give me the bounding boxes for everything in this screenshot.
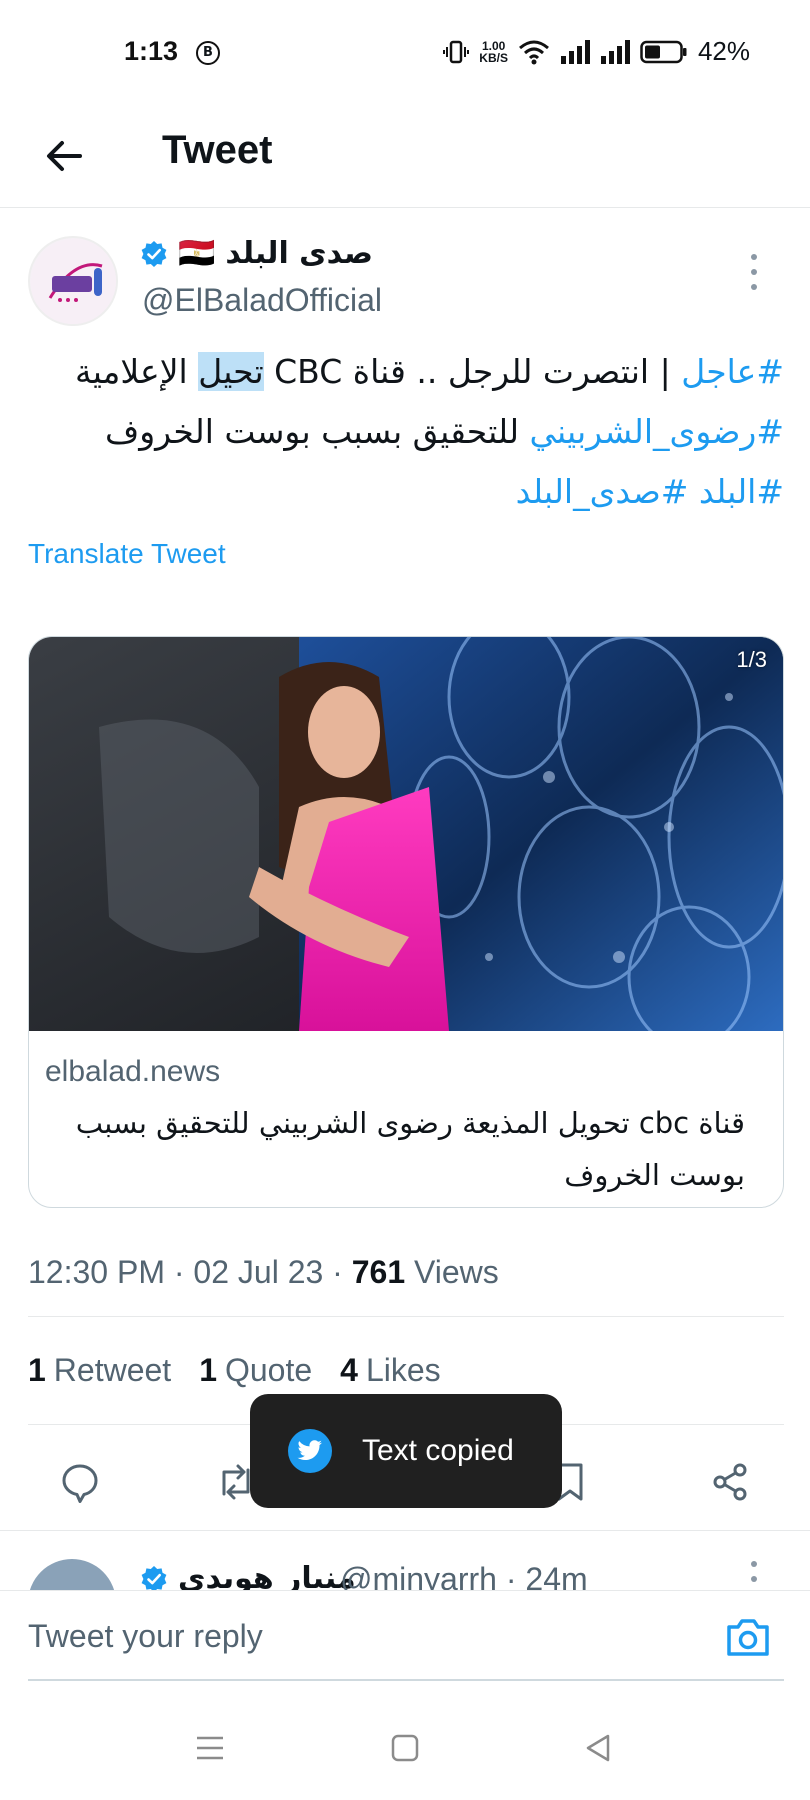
- header-bar: Tweet: [0, 108, 810, 208]
- wifi-icon: [518, 40, 549, 64]
- tweet-meta: 12:30 PM · 02 Jul 23 · 761 Views: [28, 1254, 499, 1290]
- system-nav-bar: [0, 1690, 810, 1800]
- views-count: 761: [351, 1254, 406, 1290]
- author-name-row[interactable]: 🇪🇬 صدى البلد: [140, 236, 373, 271]
- status-time: 1:13: [124, 36, 179, 66]
- toast-text: Text copied: [362, 1434, 514, 1467]
- reply-preview[interactable]: منيار هويدي @minyarrh · 24m: [0, 1530, 810, 1590]
- network-speed-value: 1.00: [481, 38, 506, 53]
- more-options-button[interactable]: [744, 254, 764, 290]
- verified-badge-icon: [141, 1565, 167, 1590]
- selected-text: تحيل: [198, 352, 264, 391]
- network-speed: 1.00 KB/S: [479, 40, 508, 64]
- share-icon: [713, 1463, 747, 1501]
- reply-avatar[interactable]: [28, 1559, 116, 1590]
- quotes-count: 1: [199, 1352, 217, 1388]
- camera-button[interactable]: [720, 1609, 776, 1665]
- reply-more-options-button[interactable]: [744, 1561, 764, 1590]
- views-label: Views: [414, 1254, 499, 1290]
- verified-badge-icon: [141, 240, 167, 267]
- battery-icon: [640, 40, 687, 63]
- card-image[interactable]: [29, 637, 784, 1031]
- menu-icon: [197, 1736, 223, 1760]
- card-title: قناة cbc تحويل المذيعة رضوى الشربيني للت…: [75, 1106, 745, 1192]
- hashtag-link[interactable]: #صدى_البلد: [516, 472, 689, 511]
- input-underline: [28, 1679, 784, 1681]
- reply-button[interactable]: [50, 1452, 110, 1512]
- recent-apps-button[interactable]: [180, 1720, 240, 1776]
- country-flag: 🇪🇬: [178, 236, 216, 271]
- engagement-stats: 1 Retweet 1 Quote 4 Likes: [28, 1352, 441, 1389]
- likes-label: Likes: [365, 1352, 441, 1388]
- tweet-text-part: للتحقيق بسبب بوست الخروف: [105, 412, 530, 451]
- reply-author: منيار هويدي: [140, 1561, 356, 1590]
- quotes-label: Quote: [224, 1352, 313, 1388]
- vibrate-icon: [443, 40, 470, 63]
- retweets-count: 1: [28, 1352, 46, 1388]
- elbalad-logo-icon: [31, 239, 116, 324]
- author-name: صدى البلد: [225, 236, 373, 271]
- reply-author-name: منيار هويدي: [178, 1561, 356, 1590]
- twitter-logo-icon: [288, 1429, 332, 1473]
- tweet-text-part: الإعلامية: [75, 352, 199, 391]
- page-title: Tweet: [162, 128, 273, 172]
- image-counter: 1/3: [736, 647, 767, 672]
- status-b-icon: B: [196, 41, 220, 65]
- triangle-back-icon: [586, 1734, 610, 1762]
- status-indicators: 1.00 KB/S 42%: [443, 36, 750, 67]
- tweet-text-part: [688, 472, 699, 511]
- signal-icon: [560, 39, 590, 64]
- author-handle[interactable]: @ElBaladOfficial: [142, 282, 382, 319]
- likes-stat[interactable]: 4 Likes: [340, 1352, 441, 1389]
- square-icon: [391, 1734, 419, 1762]
- camera-icon: [727, 1619, 769, 1656]
- comment-icon: [62, 1464, 98, 1503]
- hashtag-link[interactable]: #عاجل: [681, 352, 784, 391]
- tweet-text-part: | انتصرت للرجل .. قناة CBC: [263, 352, 682, 391]
- link-card[interactable]: 1/3 elbalad.news قناة cbc تحويل المذيعة …: [28, 636, 784, 1208]
- tweet-text: #عاجل | انتصرت للرجل .. قناة CBC تحيل ال…: [28, 342, 784, 522]
- signal-icon: [600, 39, 630, 64]
- hashtag-link[interactable]: #البلد: [699, 472, 784, 511]
- network-speed-unit: KB/S: [479, 50, 508, 65]
- back-button[interactable]: [36, 128, 92, 184]
- retweets-stat[interactable]: 1 Retweet: [28, 1352, 171, 1389]
- share-button[interactable]: [700, 1452, 760, 1512]
- author-avatar[interactable]: [28, 236, 118, 326]
- retweets-label: Retweet: [53, 1352, 172, 1388]
- card-domain: elbalad.news: [45, 1055, 221, 1088]
- reply-composer: [0, 1590, 810, 1690]
- likes-count: 4: [340, 1352, 358, 1388]
- status-bar: 1:13 B 1.00 KB/S 42%: [0, 0, 810, 108]
- reply-input[interactable]: [28, 1611, 688, 1661]
- system-back-button[interactable]: [568, 1720, 628, 1776]
- home-button[interactable]: [375, 1720, 435, 1776]
- tweet-date: 02 Jul 23: [193, 1254, 324, 1290]
- reply-handle: @minyarrh · 24m: [340, 1561, 588, 1590]
- tweet-time: 12:30 PM: [28, 1254, 165, 1290]
- quotes-stat[interactable]: 1 Quote: [199, 1352, 312, 1389]
- hashtag-link[interactable]: #رضوى_الشربيني: [530, 412, 784, 451]
- translate-tweet-link[interactable]: Translate Tweet: [28, 538, 226, 570]
- arrow-left-icon: [47, 141, 82, 171]
- battery-percentage: 42%: [697, 36, 750, 66]
- divider: [28, 1316, 784, 1317]
- toast-notification: Text copied: [250, 1394, 562, 1508]
